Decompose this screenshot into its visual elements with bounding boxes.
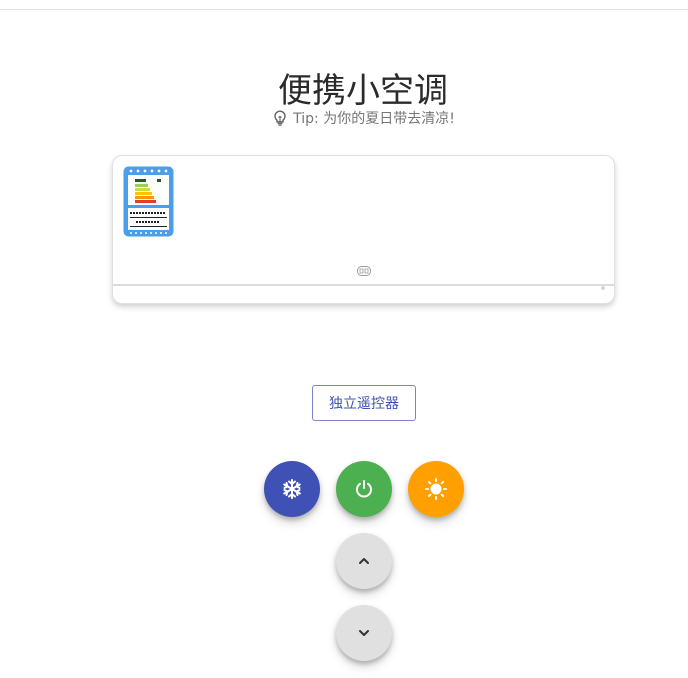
heat-mode-button[interactable]	[408, 461, 464, 517]
energy-label-icon	[123, 166, 174, 237]
page-title: 便携小空调	[278, 70, 448, 111]
temperature-up-button[interactable]	[336, 533, 392, 589]
cool-mode-button[interactable]	[264, 461, 320, 517]
ac-vent-line	[113, 284, 614, 286]
top-divider	[0, 9, 688, 10]
tip-line: Tip: 为你的夏日带去清凉!	[0, 108, 688, 128]
lightbulb-icon	[271, 109, 289, 127]
chevron-down-icon	[356, 625, 372, 641]
ac-indicator-dot	[601, 286, 605, 290]
power-icon	[353, 478, 375, 500]
ac-display-icon	[357, 261, 371, 276]
standalone-remote-button[interactable]: 独立遥控器	[312, 385, 416, 421]
tip-text: Tip: 为你的夏日带去清凉!	[293, 111, 455, 127]
chevron-up-icon	[356, 553, 372, 569]
snowflake-icon	[281, 478, 303, 500]
air-conditioner-unit	[112, 155, 615, 304]
page: 便携小空调 Tip: 为你的夏日带去清凉! 独立遥控器	[0, 0, 688, 678]
temperature-down-button[interactable]	[336, 605, 392, 661]
power-button[interactable]	[336, 461, 392, 517]
sun-icon	[424, 477, 448, 501]
